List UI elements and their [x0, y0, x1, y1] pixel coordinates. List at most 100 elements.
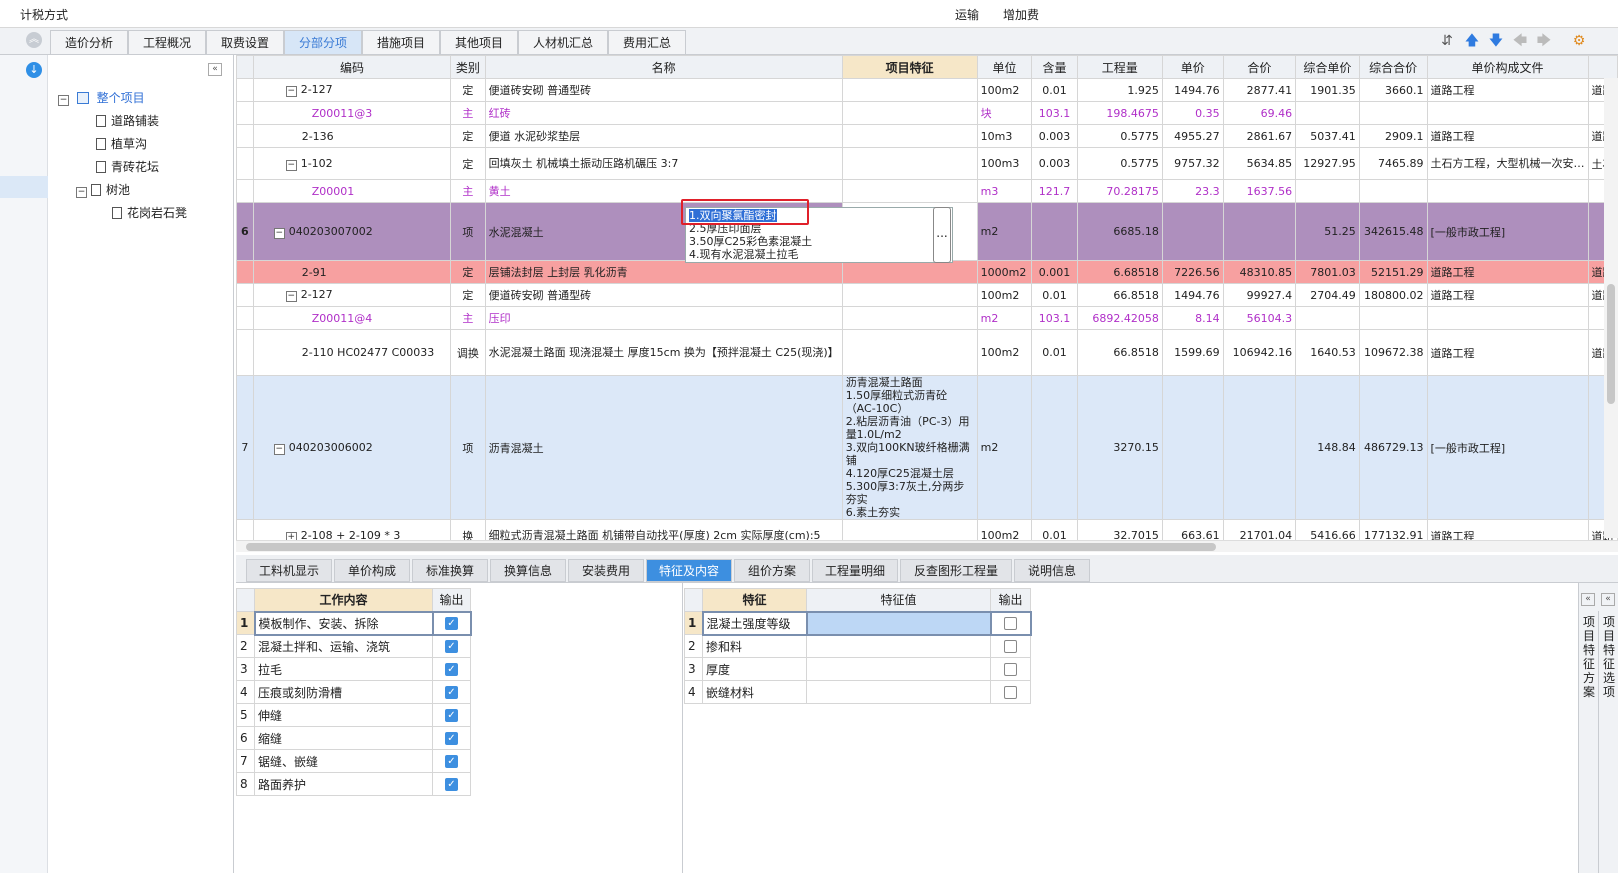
- table-row[interactable]: 7 −040203006002 项 沥青混凝土 沥青混凝土路面 1.50厚细粒式…: [236, 375, 1618, 520]
- feature-editor-button[interactable]: ...: [933, 207, 951, 263]
- collapse-icon[interactable]: −: [58, 95, 69, 106]
- feature-value-input[interactable]: [806, 657, 991, 681]
- btab-features-content[interactable]: 特征及内容: [646, 559, 732, 582]
- btab-qty-details[interactable]: 工程量明细: [812, 559, 898, 582]
- tree-item-grass-ditch[interactable]: 植草沟: [96, 135, 147, 153]
- tab-project-overview[interactable]: 工程概况: [128, 30, 206, 54]
- tab-measures[interactable]: 措施项目: [362, 30, 440, 54]
- collapse-up-icon[interactable]: ︽: [26, 32, 42, 48]
- tree-item-granite-bench[interactable]: 花岗岩石凳: [112, 204, 187, 222]
- col-feature[interactable]: 项目特征: [841, 55, 978, 79]
- feature-value-input[interactable]: [806, 634, 991, 658]
- tax-method-button[interactable]: 计税方式: [20, 8, 68, 22]
- table-row[interactable]: 2-110 HC02477 C00033 调换 水泥混凝土路面 现浇混凝土 厚度…: [236, 329, 1618, 376]
- collapse-icon[interactable]: −: [76, 187, 87, 198]
- increase-fee-button[interactable]: 增加费: [1003, 8, 1039, 22]
- table-row[interactable]: Z00011@3 主 红砖 块 103.1 198.4675 0.35 69.4…: [236, 101, 1618, 125]
- btab-install-fee[interactable]: 安装费用: [568, 559, 644, 582]
- tab-fee-summary[interactable]: 费用汇总: [608, 30, 686, 54]
- table-row[interactable]: Z00011@4 主 压印 m2 103.1 6892.42058 8.14 5…: [236, 306, 1618, 330]
- col-unit[interactable]: 单位: [976, 55, 1033, 79]
- tab-other-items[interactable]: 其他项目: [440, 30, 518, 54]
- btab-reverse-graphic-qty[interactable]: 反查图形工程量: [900, 559, 1012, 582]
- output-checkbox[interactable]: [1004, 640, 1017, 654]
- list-item[interactable]: 7 锯缝、嵌缝 ✓: [236, 749, 471, 773]
- horizontal-scroll-thumb[interactable]: [246, 543, 1216, 551]
- collapse-icon[interactable]: −: [285, 159, 297, 171]
- col-unit-total[interactable]: 综合合价: [1358, 55, 1428, 79]
- output-checkbox[interactable]: ✓: [445, 617, 458, 630]
- output-checkbox[interactable]: ✓: [445, 709, 458, 722]
- output-checkbox[interactable]: ✓: [445, 732, 458, 745]
- btab-conversion-info[interactable]: 换算信息: [490, 559, 566, 582]
- output-checkbox[interactable]: ✓: [445, 663, 458, 676]
- col-name[interactable]: 名称: [484, 55, 843, 79]
- list-item[interactable]: 2 混凝土拌和、运输、浇筑 ✓: [236, 634, 471, 658]
- list-item[interactable]: 1 模板制作、安装、拆除 ✓: [236, 610, 472, 636]
- list-item[interactable]: 3 拉毛 ✓: [236, 657, 471, 681]
- collapse-icon[interactable]: −: [273, 443, 285, 455]
- table-row[interactable]: 2-136 定 便道 水泥砂浆垫层 10m3 0.003 0.5775 4955…: [236, 124, 1618, 148]
- collapse-icon[interactable]: −: [285, 291, 297, 302]
- btab-price-composition[interactable]: 单价构成: [334, 559, 410, 582]
- output-checkbox[interactable]: ✓: [445, 640, 458, 654]
- tab-cost-analysis[interactable]: 造价分析: [50, 30, 128, 54]
- feature-value-input[interactable]: [806, 680, 991, 704]
- move-left-icon[interactable]: 🡄: [1511, 32, 1529, 50]
- btab-description[interactable]: 说明信息: [1014, 559, 1090, 582]
- editor-line-4[interactable]: 4.现有水泥混凝土拉毛: [689, 248, 949, 261]
- collapse-icon[interactable]: −: [273, 227, 285, 239]
- download-icon[interactable]: ↓: [26, 62, 42, 78]
- output-checkbox[interactable]: [1004, 686, 1017, 699]
- col-content[interactable]: 含量: [1031, 55, 1078, 79]
- side-tab-feature-scheme[interactable]: 项目特征方案: [1582, 615, 1596, 699]
- output-checkbox[interactable]: [1004, 663, 1017, 676]
- tree-root[interactable]: − 整个项目: [58, 89, 145, 107]
- table-row[interactable]: −2-127 定 便道砖安砌 普通型砖 100m2 0.01 66.8518 1…: [236, 283, 1618, 307]
- feature-cell[interactable]: 沥青混凝土路面 1.50厚细粒式沥青砼（AC-10C） 2.粘层沥青油（PC-3…: [841, 375, 978, 520]
- tab-labor-material-summary[interactable]: 人材机汇总: [518, 30, 608, 54]
- list-item[interactable]: 5 伸缝 ✓: [236, 703, 471, 727]
- table-row[interactable]: +2-108 + 2-109 * 3 换 细粒式沥青混凝土路面 机铺带自动找平(…: [236, 519, 1618, 540]
- table-row[interactable]: −1-102 定 回填灰土 机械填土振动压路机碾压 3:7 100m3 0.00…: [236, 147, 1618, 180]
- list-item[interactable]: 6 缩缝 ✓: [236, 726, 471, 750]
- move-down-icon[interactable]: 🡇: [1487, 32, 1505, 50]
- btab-materials[interactable]: 工料机显示: [246, 559, 332, 582]
- table-row[interactable]: Z00001 主 黄土 m3 121.7 70.28175 23.3 1637.…: [236, 179, 1618, 203]
- editor-line-3[interactable]: 3.50厚C25彩色素混凝土: [689, 235, 949, 248]
- move-right-icon[interactable]: 🡆: [1535, 32, 1553, 50]
- output-checkbox[interactable]: ✓: [445, 686, 458, 699]
- vertical-scroll-thumb[interactable]: [1607, 284, 1615, 404]
- list-item[interactable]: 3 厚度: [684, 657, 1031, 681]
- btab-pricing-plan[interactable]: 组价方案: [734, 559, 810, 582]
- settings-icon[interactable]: ⚙: [1570, 32, 1588, 50]
- col-type[interactable]: 类别: [450, 55, 486, 79]
- table-row[interactable]: −2-127 定 便道砖安砌 普通型砖 100m2 0.01 1.925 149…: [236, 78, 1618, 102]
- col-file[interactable]: 单价构成文件: [1426, 55, 1589, 79]
- tab-fee-settings[interactable]: 取费设置: [206, 30, 284, 54]
- collapse-pane-icon[interactable]: «: [208, 63, 222, 76]
- col-total[interactable]: 合价: [1222, 55, 1297, 79]
- expand-side-icon[interactable]: «: [1581, 593, 1595, 606]
- table-row[interactable]: 2-91 定 层铺法封层 上封层 乳化沥青 1000m2 0.001 6.685…: [236, 260, 1618, 284]
- col-qty[interactable]: 工程量: [1076, 55, 1163, 79]
- output-checkbox[interactable]: ✓: [445, 778, 458, 791]
- sort-icon[interactable]: ⇵: [1438, 32, 1456, 50]
- col-price[interactable]: 单价: [1161, 55, 1224, 79]
- tab-sub-items[interactable]: 分部分项: [284, 30, 362, 54]
- feature-value-input[interactable]: [805, 610, 992, 636]
- output-checkbox[interactable]: [1004, 617, 1017, 630]
- side-tab-feature-options[interactable]: 项目特征选项: [1602, 615, 1616, 699]
- list-item[interactable]: 4 嵌缝材料: [684, 680, 1031, 704]
- transport-button[interactable]: 运输: [955, 8, 979, 22]
- horizontal-scrollbar[interactable]: [236, 540, 1618, 552]
- col-unit-price[interactable]: 综合单价: [1295, 55, 1360, 79]
- tree-item-road-paving[interactable]: 道路铺装: [96, 112, 159, 130]
- collapse-icon[interactable]: −: [285, 86, 297, 97]
- list-item[interactable]: 1 混凝土强度等级: [684, 610, 1032, 636]
- expand-side-icon[interactable]: «: [1601, 593, 1615, 606]
- list-item[interactable]: 4 压痕或刻防滑槽 ✓: [236, 680, 471, 704]
- expand-icon[interactable]: +: [285, 531, 297, 540]
- vertical-scrollbar[interactable]: [1604, 78, 1618, 538]
- tree-item-brick-planter[interactable]: 青砖花坛: [96, 158, 159, 176]
